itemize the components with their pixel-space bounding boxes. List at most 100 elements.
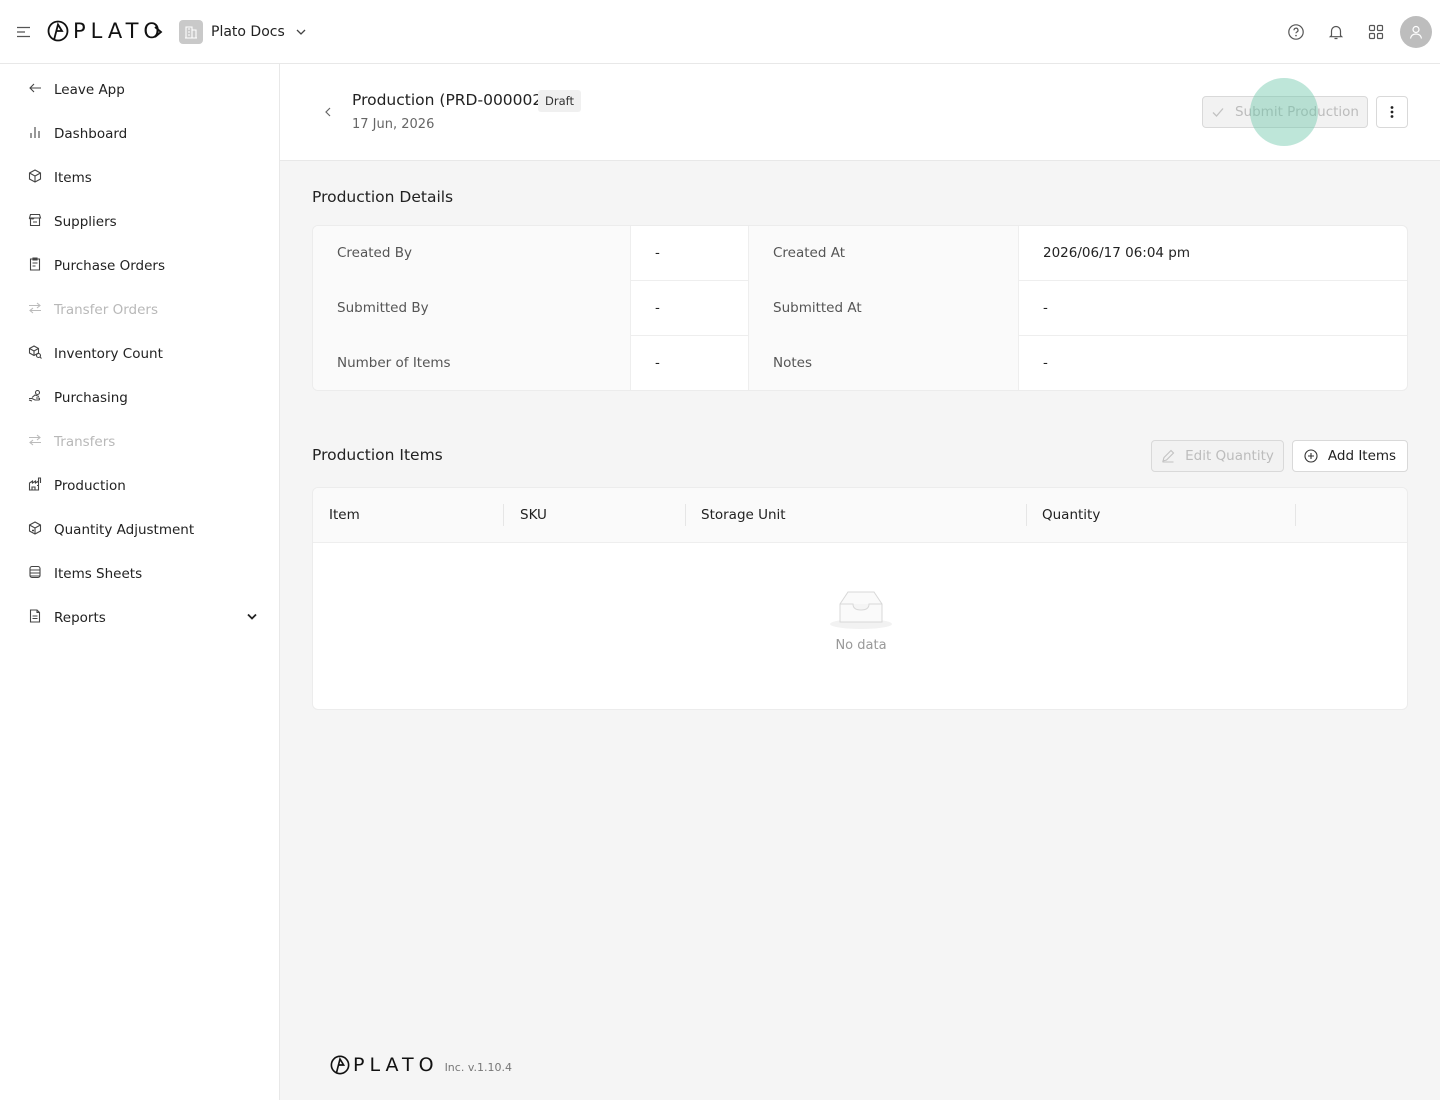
edit-quantity-button[interactable]: Edit Quantity xyxy=(1151,440,1284,472)
sidebar: Leave App Dashboard Items Suppliers Purc… xyxy=(0,64,280,1100)
sidebar-item-label: Reports xyxy=(54,610,106,626)
user-avatar[interactable] xyxy=(1400,16,1432,48)
sidebar-item-leave-app[interactable]: Leave App xyxy=(0,66,279,110)
help-icon[interactable] xyxy=(1287,23,1305,41)
page-title: Production (PRD-000002) xyxy=(352,91,549,109)
details-value: 2026/06/17 06:04 pm xyxy=(1018,226,1407,281)
purchasing-icon xyxy=(28,389,41,402)
sidebar-item-dashboard[interactable]: Dashboard xyxy=(0,110,279,154)
apps-grid-icon[interactable] xyxy=(1367,23,1385,41)
status-badge: Draft xyxy=(538,90,581,112)
details-value: - xyxy=(1018,281,1407,336)
menu-toggle-icon[interactable] xyxy=(16,24,32,40)
details-label: Submitted By xyxy=(313,281,630,336)
brand-logo[interactable]: PLATO xyxy=(47,19,165,43)
sidebar-item-label: Transfers xyxy=(54,434,116,450)
table-header: Item SKU Storage Unit Quantity xyxy=(313,488,1407,543)
production-icon xyxy=(28,477,42,491)
footer-brand: PLATO xyxy=(353,1054,439,1076)
report-icon xyxy=(29,609,41,623)
clipboard-icon xyxy=(29,257,41,271)
store-icon xyxy=(28,213,42,227)
sidebar-item-purchasing[interactable]: Purchasing xyxy=(0,374,279,418)
sheets-icon xyxy=(29,565,41,579)
footer: PLATO Inc. v.1.10.4 xyxy=(330,1054,512,1076)
sidebar-item-transfer-orders[interactable]: Transfer Orders xyxy=(0,286,279,330)
column-header-item[interactable]: Item xyxy=(313,488,360,543)
workspace-name: Plato Docs xyxy=(211,24,285,40)
plato-logo-icon xyxy=(47,20,69,42)
production-details-title: Production Details xyxy=(312,188,454,206)
app-version: Inc. v.1.10.4 xyxy=(444,1060,512,1074)
sidebar-item-label: Purchasing xyxy=(54,390,128,406)
sidebar-item-label: Inventory Count xyxy=(54,346,163,362)
column-header-storage-unit[interactable]: Storage Unit xyxy=(685,488,786,543)
column-header-quantity[interactable]: Quantity xyxy=(1026,488,1100,543)
production-items-table: Item SKU Storage Unit Quantity No data xyxy=(312,487,1408,710)
empty-inbox-icon xyxy=(830,591,892,629)
count-icon xyxy=(28,345,42,359)
building-icon xyxy=(179,20,203,44)
check-icon xyxy=(1212,108,1224,117)
sidebar-item-label: Leave App xyxy=(54,82,125,98)
sidebar-item-purchase-orders[interactable]: Purchase Orders xyxy=(0,242,279,286)
column-header-sku[interactable]: SKU xyxy=(504,488,547,543)
bar-chart-icon xyxy=(30,127,40,138)
sidebar-item-production[interactable]: Production xyxy=(0,462,279,506)
sidebar-item-items-sheets[interactable]: Items Sheets xyxy=(0,550,279,594)
chevron-left-icon xyxy=(325,107,331,117)
page-date: 17 Jun, 2026 xyxy=(352,117,435,132)
column-divider xyxy=(1295,504,1296,526)
sidebar-item-quantity-adjustment[interactable]: Quantity Adjustment xyxy=(0,506,279,550)
back-button[interactable] xyxy=(318,102,338,122)
sidebar-item-label: Items Sheets xyxy=(54,566,143,582)
sidebar-item-items[interactable]: Items xyxy=(0,154,279,198)
details-value: - xyxy=(630,336,748,390)
add-items-button[interactable]: Add Items xyxy=(1292,440,1408,472)
more-actions-button[interactable] xyxy=(1376,96,1408,128)
sidebar-item-label: Items xyxy=(54,170,92,186)
plus-circle-icon xyxy=(1304,449,1318,463)
bell-icon[interactable] xyxy=(1327,23,1345,41)
user-icon xyxy=(1409,25,1423,39)
production-details-table: Created By - Created At 2026/06/17 06:04… xyxy=(312,225,1408,391)
details-row: Submitted By - Submitted At - xyxy=(313,281,1407,336)
adjust-icon xyxy=(28,521,42,535)
sidebar-item-label: Transfer Orders xyxy=(54,302,158,318)
production-items-title: Production Items xyxy=(312,446,443,464)
details-value: - xyxy=(630,281,748,336)
page-header: Production (PRD-000002) Draft 17 Jun, 20… xyxy=(280,64,1440,161)
sidebar-item-inventory-count[interactable]: Inventory Count xyxy=(0,330,279,374)
add-items-label: Add Items xyxy=(1327,448,1397,464)
workspace-switcher[interactable]: Plato Docs xyxy=(179,20,307,44)
chevron-down-icon xyxy=(296,29,306,35)
details-label: Notes xyxy=(748,336,1018,390)
details-label: Number of Items xyxy=(313,336,630,390)
sidebar-item-label: Suppliers xyxy=(54,214,117,230)
breadcrumb-chevron-icon xyxy=(154,26,163,38)
sidebar-item-label: Purchase Orders xyxy=(54,258,165,274)
sidebar-item-suppliers[interactable]: Suppliers xyxy=(0,198,279,242)
chevron-down-icon xyxy=(247,613,257,620)
sidebar-item-reports[interactable]: Reports xyxy=(0,594,279,638)
details-value: - xyxy=(1018,336,1407,390)
submit-production-label: Submit Production xyxy=(1234,104,1359,120)
sidebar-item-label: Production xyxy=(54,478,126,494)
sidebar-item-transfers[interactable]: Transfers xyxy=(0,418,279,462)
pencil-icon xyxy=(1162,449,1175,463)
transfer-icon xyxy=(29,302,41,314)
plato-logo-icon xyxy=(330,1055,350,1075)
details-row: Created By - Created At 2026/06/17 06:04… xyxy=(313,226,1407,281)
main-content: Production (PRD-000002) Draft 17 Jun, 20… xyxy=(280,64,1440,1100)
top-bar: PLATO Plato Docs xyxy=(0,0,1440,64)
submit-production-button[interactable]: Submit Production xyxy=(1202,96,1368,128)
details-value: - xyxy=(630,226,748,281)
more-vertical-icon xyxy=(1390,106,1394,118)
empty-state: No data xyxy=(313,588,1407,653)
empty-text: No data xyxy=(835,638,887,653)
details-label: Submitted At xyxy=(748,281,1018,336)
details-label: Created At xyxy=(748,226,1018,281)
edit-quantity-label: Edit Quantity xyxy=(1185,448,1274,464)
sidebar-item-label: Dashboard xyxy=(54,126,128,142)
box-icon xyxy=(28,169,42,183)
